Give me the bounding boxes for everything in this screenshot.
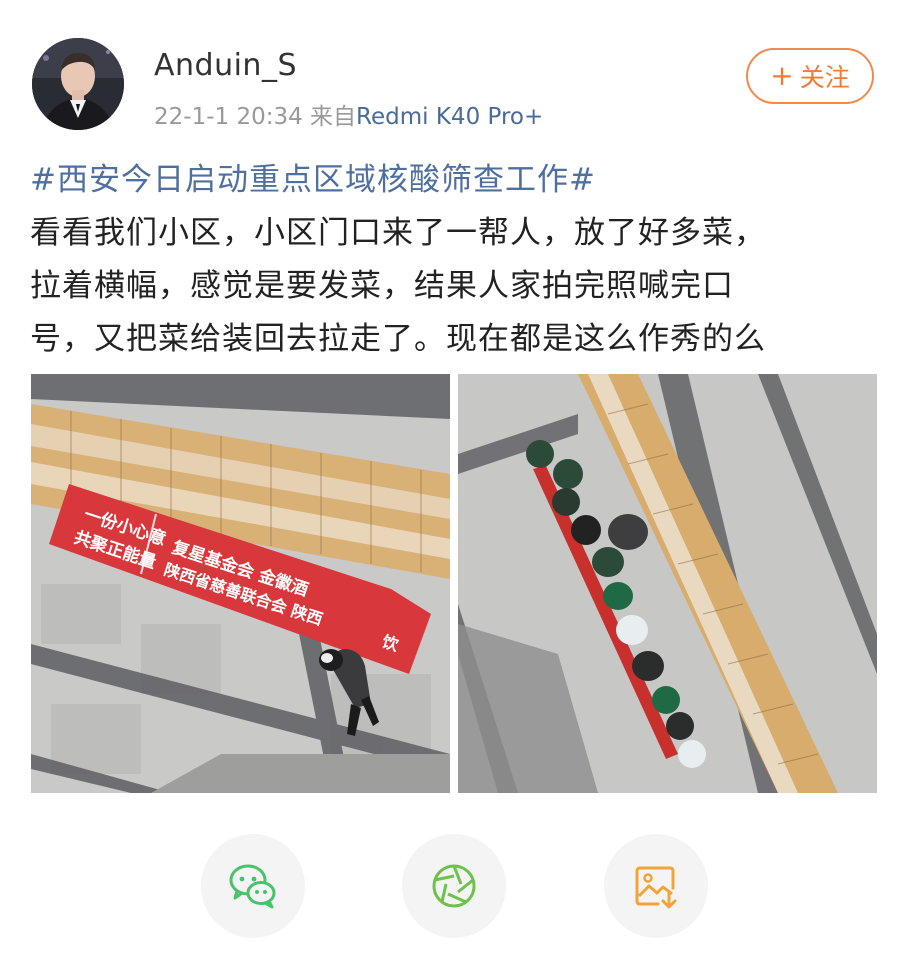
share-moments-button[interactable]: [402, 834, 506, 938]
avatar-image: [32, 38, 124, 130]
source-prefix: 来自: [310, 104, 357, 130]
hashtag-link[interactable]: #西安今日启动重点区域核酸筛查工作#: [30, 154, 880, 207]
follow-label: 关注: [799, 63, 850, 92]
post-body-line: 看看我们小区，小区门口来了一帮人，放了好多菜，: [30, 215, 766, 251]
post-body-line: 号，又把菜给装回去拉走了。现在都是这么作秀的么: [30, 321, 766, 357]
aerial-banner-photo: 一份小心意 共聚正能量 复星基金会 金徽酒 陕西省慈善联合会 陕西 饮: [31, 374, 450, 793]
username[interactable]: Anduin_S: [154, 48, 297, 83]
plus-icon: +: [770, 59, 794, 92]
post-text: #西安今日启动重点区域核酸筛查工作# 看看我们小区，小区门口来了一帮人，放了好多…: [30, 154, 880, 366]
follow-button[interactable]: + 关注: [746, 48, 874, 104]
post-body-line: 拉着横幅，感觉是要发菜，结果人家拍完照喊完口: [30, 268, 734, 304]
post-timestamp: 22-1-1 20:34: [154, 104, 303, 130]
source-device[interactable]: Redmi K40 Pro+: [356, 104, 543, 130]
wechat-icon: [229, 864, 276, 909]
post-meta: 22-1-1 20:34 来自Redmi K40 Pro+: [154, 97, 543, 131]
moments-icon: [432, 864, 476, 908]
aerial-volunteers-photo: [458, 374, 877, 793]
post-image-left[interactable]: 一份小心意 共聚正能量 复星基金会 金徽酒 陕西省慈善联合会 陕西 饮: [31, 374, 450, 793]
save-image-button[interactable]: [604, 834, 708, 938]
share-wechat-button[interactable]: [201, 834, 305, 938]
save-image-icon: [635, 866, 677, 909]
avatar[interactable]: [32, 38, 124, 130]
post-image-right[interactable]: [458, 374, 877, 793]
